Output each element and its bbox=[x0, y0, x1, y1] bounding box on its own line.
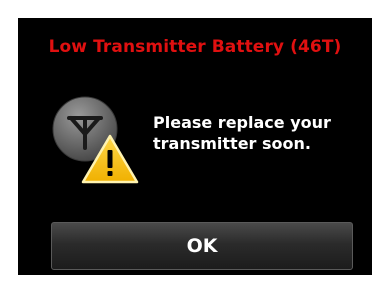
alert-title: Low Transmitter Battery (46T) bbox=[48, 37, 342, 57]
alert-message: Please replace your transmitter soon. bbox=[153, 112, 363, 154]
low-battery-alert-dialog: Low Transmitter Battery (46T) Please rep… bbox=[18, 18, 372, 275]
transmitter-warning-icon bbox=[52, 96, 139, 184]
alert-message-line-2: transmitter soon. bbox=[153, 134, 311, 153]
ok-button[interactable]: OK bbox=[51, 222, 353, 270]
alert-body: Please replace your transmitter soon. bbox=[52, 96, 372, 186]
alert-message-line-1: Please replace your bbox=[153, 113, 331, 132]
device-screen: Low Transmitter Battery (46T) Please rep… bbox=[18, 18, 372, 275]
